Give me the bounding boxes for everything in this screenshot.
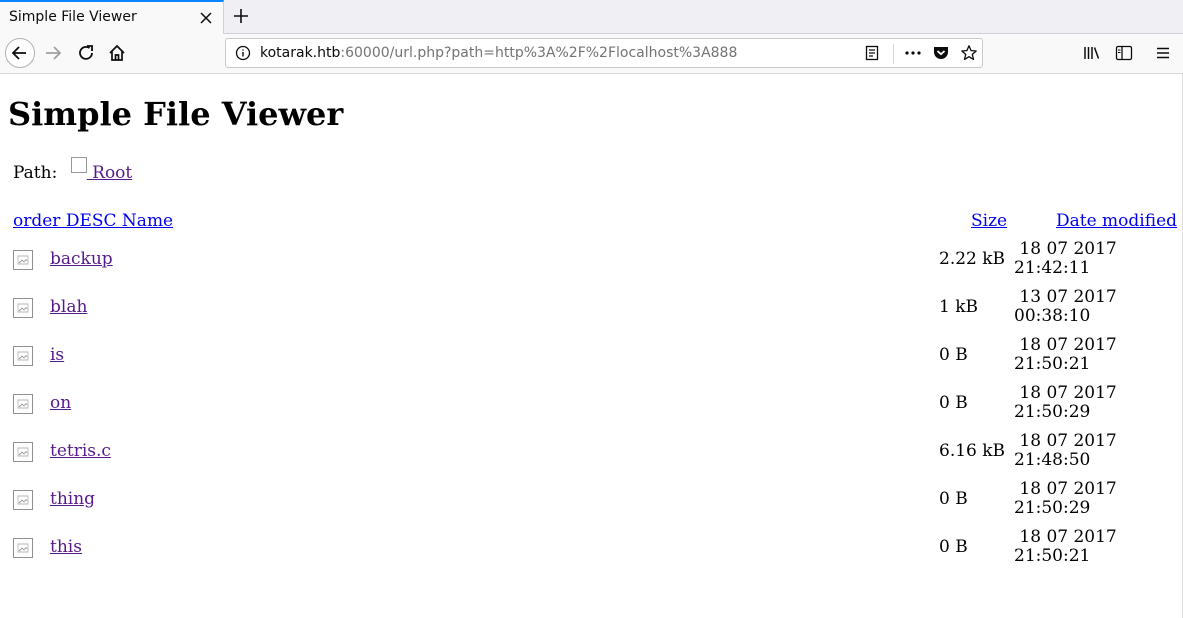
- table-row: backup 2.22 kB 18 07 2017 21:42:11: [0, 239, 1183, 287]
- tab-title: Simple File Viewer: [9, 9, 137, 25]
- file-time: 21:48:50: [1014, 450, 1091, 470]
- file-link[interactable]: thing: [50, 489, 95, 509]
- file-date-modified: 13 07 2017 00:38:10: [1014, 288, 1124, 326]
- file-link[interactable]: tetris.c: [50, 441, 111, 461]
- file-time: 21:50:29: [1014, 498, 1091, 518]
- page-content: Simple File Viewer Path: Root order DESC…: [0, 74, 1183, 618]
- navigation-toolbar: kotarak.htb:60000/url.php?path=http%3A%2…: [0, 34, 1183, 74]
- reload-icon[interactable]: [72, 39, 100, 67]
- forward-arrow-icon[interactable]: [40, 39, 68, 67]
- plus-icon[interactable]: [231, 6, 251, 26]
- file-date-modified: 18 07 2017 21:50:29: [1014, 384, 1124, 422]
- broken-image-icon[interactable]: [13, 490, 33, 510]
- info-icon[interactable]: [235, 45, 251, 61]
- file-date-modified: 18 07 2017 21:50:21: [1014, 528, 1124, 566]
- sort-by-name-link[interactable]: order DESC Name: [13, 211, 173, 231]
- table-row: this 0 B 18 07 2017 21:50:21: [0, 527, 1183, 575]
- sort-by-size-link[interactable]: Size: [971, 211, 1007, 231]
- file-time: 21:42:11: [1014, 258, 1091, 278]
- file-date: 18 07 2017: [1019, 383, 1117, 403]
- file-link[interactable]: is: [50, 345, 64, 365]
- table-row: blah 1 kB 13 07 2017 00:38:10: [0, 287, 1183, 335]
- file-time: 00:38:10: [1014, 306, 1091, 326]
- file-link[interactable]: this: [50, 537, 82, 557]
- tab-strip: Simple File Viewer: [0, 0, 1183, 34]
- file-date-modified: 18 07 2017 21:50:29: [1014, 480, 1124, 518]
- url-text: kotarak.htb:60000/url.php?path=http%3A%2…: [260, 45, 737, 61]
- close-icon[interactable]: [198, 10, 214, 26]
- tab-active[interactable]: Simple File Viewer: [0, 0, 224, 34]
- url-bar-divider: [893, 44, 894, 64]
- file-date: 18 07 2017: [1019, 479, 1117, 499]
- broken-image-icon[interactable]: [13, 250, 33, 270]
- url-path: :60000/url.php?path=http%3A%2F%2Flocalho…: [340, 45, 738, 61]
- file-link[interactable]: backup: [50, 249, 113, 269]
- table-row: on 0 B 18 07 2017 21:50:29: [0, 383, 1183, 431]
- file-time: 21:50:21: [1014, 546, 1091, 566]
- file-size: 1 kB: [939, 297, 979, 317]
- table-row: thing 0 B 18 07 2017 21:50:29: [0, 479, 1183, 527]
- back-arrow-icon[interactable]: [5, 38, 35, 68]
- home-icon[interactable]: [103, 39, 131, 67]
- root-link-label: Root: [92, 163, 133, 183]
- file-size: 0 B: [939, 537, 968, 557]
- sidebar-icon[interactable]: [1115, 45, 1133, 61]
- sort-by-date-link[interactable]: Date modified: [1056, 211, 1177, 231]
- file-date: 13 07 2017: [1019, 287, 1117, 307]
- pocket-icon[interactable]: [932, 45, 950, 61]
- broken-image-icon[interactable]: [13, 538, 33, 558]
- broken-image-icon[interactable]: [13, 442, 33, 462]
- url-bar[interactable]: kotarak.htb:60000/url.php?path=http%3A%2…: [225, 38, 983, 68]
- file-size: 0 B: [939, 489, 968, 509]
- file-date-modified: 18 07 2017 21:48:50: [1014, 432, 1124, 470]
- file-date: 18 07 2017: [1019, 527, 1117, 547]
- table-row: tetris.c 6.16 kB 18 07 2017 21:48:50: [0, 431, 1183, 479]
- folder-icon: [70, 157, 87, 173]
- root-link[interactable]: Root: [63, 157, 133, 183]
- file-time: 21:50:21: [1014, 354, 1091, 374]
- file-link[interactable]: blah: [50, 297, 87, 317]
- breadcrumb: Path: Root: [13, 157, 133, 183]
- file-size: 2.22 kB: [939, 249, 1006, 269]
- path-label: Path:: [13, 163, 58, 183]
- broken-image-icon[interactable]: [13, 298, 33, 318]
- file-date: 18 07 2017: [1019, 335, 1117, 355]
- file-date: 18 07 2017: [1019, 239, 1117, 259]
- reader-view-icon[interactable]: [864, 45, 880, 61]
- file-size: 0 B: [939, 393, 968, 413]
- page-title: Simple File Viewer: [8, 95, 344, 133]
- file-time: 21:50:29: [1014, 402, 1091, 422]
- broken-image-icon[interactable]: [13, 394, 33, 414]
- file-date-modified: 18 07 2017 21:42:11: [1014, 240, 1124, 278]
- library-icon[interactable]: [1083, 45, 1101, 61]
- broken-image-icon[interactable]: [13, 346, 33, 366]
- table-row: is 0 B 18 07 2017 21:50:21: [0, 335, 1183, 383]
- file-size: 6.16 kB: [939, 441, 1006, 461]
- file-size: 0 B: [939, 345, 968, 365]
- file-link[interactable]: on: [50, 393, 71, 413]
- hamburger-menu-icon[interactable]: [1154, 45, 1172, 61]
- star-icon[interactable]: [960, 44, 978, 62]
- ellipsis-icon[interactable]: [904, 45, 922, 61]
- file-date-modified: 18 07 2017 21:50:21: [1014, 336, 1124, 374]
- url-host: kotarak.htb: [260, 45, 341, 61]
- file-date: 18 07 2017: [1019, 431, 1117, 451]
